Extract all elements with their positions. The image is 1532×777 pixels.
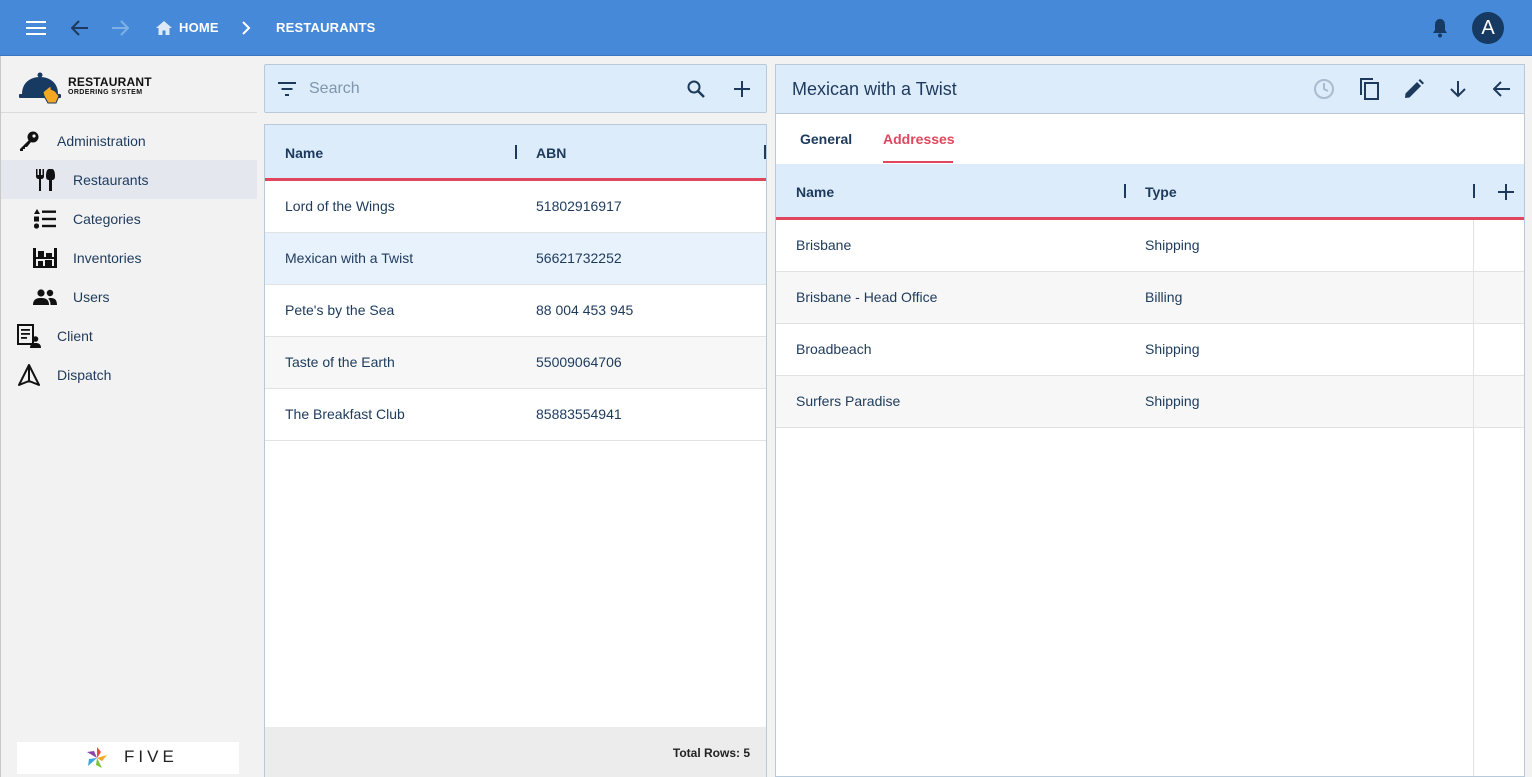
- sidebar-item-label: Client: [57, 327, 93, 344]
- copy-icon[interactable]: [1356, 75, 1384, 103]
- column-header-type[interactable]: Type: [1145, 184, 1177, 200]
- column-resize-handle[interactable]: [1124, 184, 1126, 198]
- cell-name: Broadbeach: [796, 341, 872, 357]
- sidebar-item-label: Restaurants: [73, 171, 149, 188]
- cell-type: Shipping: [1145, 393, 1200, 409]
- sidebar-item-label: Users: [73, 288, 110, 305]
- home-icon[interactable]: [150, 14, 178, 42]
- add-icon[interactable]: [728, 75, 756, 103]
- sidebar-item-dispatch[interactable]: Dispatch: [1, 355, 257, 394]
- address-row[interactable]: Brisbane Shipping: [776, 220, 1524, 272]
- address-row[interactable]: Brisbane - Head Office Billing: [776, 272, 1524, 324]
- sidebar-item-users[interactable]: Users: [1, 277, 257, 316]
- logo-subtitle: ORDERING SYSTEM: [68, 89, 143, 96]
- key-icon: [17, 129, 41, 153]
- cell-abn: 55009064706: [536, 354, 622, 370]
- table-row-selected[interactable]: Mexican with a Twist 56621732252: [265, 233, 766, 285]
- chevron-right-icon: [232, 14, 260, 42]
- client-icon: [17, 323, 41, 348]
- cell-name: Brisbane - Head Office: [796, 289, 938, 305]
- sidebar-item-label: Inventories: [73, 249, 142, 266]
- cell-name: Taste of the Earth: [285, 354, 395, 370]
- table-row[interactable]: Pete's by the Sea 88 004 453 945: [265, 285, 766, 337]
- table-footer: Total Rows: 5: [265, 727, 766, 777]
- cell-abn: 51802916917: [536, 198, 622, 214]
- sidebar-item-restaurants[interactable]: Restaurants: [1, 160, 257, 199]
- sidebar-item-label: Dispatch: [57, 366, 112, 383]
- top-app-bar: HOME RESTAURANTS A: [0, 0, 1532, 56]
- search-bar: [264, 64, 767, 113]
- column-header-name[interactable]: Name: [796, 184, 834, 200]
- arrow-down-icon[interactable]: [1444, 75, 1472, 103]
- bell-icon[interactable]: [1426, 14, 1454, 42]
- tab-addresses[interactable]: Addresses: [883, 131, 955, 147]
- search-icon[interactable]: [682, 75, 710, 103]
- logo-title: RESTAURANT: [68, 75, 152, 89]
- cell-name: Brisbane: [796, 237, 852, 253]
- edit-icon[interactable]: [1400, 75, 1428, 103]
- cloche-icon: [19, 72, 61, 104]
- column-resize-handle[interactable]: [515, 145, 517, 159]
- restaurant-list: Name ABN Lord of the Wings 51802916917 M…: [264, 124, 767, 777]
- column-resize-handle[interactable]: [1473, 184, 1475, 198]
- cell-name: Lord of the Wings: [285, 198, 395, 214]
- cutlery-icon: [33, 168, 57, 192]
- table-header: Name ABN: [265, 125, 766, 181]
- filter-icon[interactable]: [273, 75, 301, 103]
- cell-abn: 56621732252: [536, 250, 622, 266]
- cell-type: Shipping: [1145, 237, 1200, 253]
- cell-name: Pete's by the Sea: [285, 302, 395, 318]
- cell-type: Billing: [1145, 289, 1183, 305]
- dispatch-icon: [17, 363, 41, 387]
- five-logo-text: FIVE: [124, 747, 178, 766]
- sidebar: RESTAURANT ORDERING SYSTEM Administratio…: [0, 56, 257, 777]
- total-rows: Total Rows: 5: [672, 746, 750, 760]
- breadcrumb-current: RESTAURANTS: [276, 20, 376, 35]
- five-logo-icon: [87, 747, 107, 768]
- restaurant-logo: RESTAURANT ORDERING SYSTEM: [19, 70, 239, 110]
- address-row[interactable]: Surfers Paradise Shipping: [776, 376, 1524, 428]
- back-arrow-icon[interactable]: [66, 14, 94, 42]
- column-resize-handle[interactable]: [764, 145, 766, 159]
- users-icon: [33, 285, 57, 309]
- addresses-table-header: Name Type: [776, 164, 1524, 220]
- arrow-back-icon[interactable]: [1488, 75, 1516, 103]
- column-divider: [1473, 220, 1474, 776]
- history-icon[interactable]: [1310, 75, 1338, 103]
- detail-header: Mexican with a Twist: [776, 65, 1524, 114]
- sidebar-item-client[interactable]: Client: [1, 316, 257, 355]
- forward-arrow-icon[interactable]: [106, 14, 134, 42]
- active-tab-indicator: [883, 161, 953, 163]
- column-header-name[interactable]: Name: [285, 145, 323, 161]
- sidebar-item-label: Categories: [73, 210, 141, 227]
- cell-type: Shipping: [1145, 341, 1200, 357]
- sidebar-item-administration[interactable]: Administration: [1, 121, 257, 160]
- list-icon: [33, 207, 57, 231]
- cell-abn: 88 004 453 945: [536, 302, 634, 318]
- address-row[interactable]: Broadbeach Shipping: [776, 324, 1524, 376]
- avatar[interactable]: A: [1472, 12, 1504, 44]
- sidebar-item-categories[interactable]: Categories: [1, 199, 257, 238]
- cell-name: The Breakfast Club: [285, 406, 405, 422]
- detail-title: Mexican with a Twist: [792, 79, 957, 99]
- cell-name: Mexican with a Twist: [285, 250, 414, 266]
- cell-abn: 85883554941: [536, 406, 622, 422]
- table-row[interactable]: The Breakfast Club 85883554941: [265, 389, 766, 441]
- sidebar-item-inventories[interactable]: Inventories: [1, 238, 257, 277]
- tab-general[interactable]: General: [800, 131, 852, 147]
- column-header-abn[interactable]: ABN: [536, 145, 566, 161]
- inventory-icon: [33, 246, 57, 270]
- search-input[interactable]: [309, 77, 669, 101]
- cell-name: Surfers Paradise: [796, 393, 901, 409]
- five-logo: FIVE: [17, 742, 239, 774]
- add-address-icon[interactable]: [1492, 178, 1520, 206]
- menu-icon[interactable]: [22, 14, 50, 42]
- table-row[interactable]: Lord of the Wings 51802916917: [265, 181, 766, 233]
- breadcrumb-home[interactable]: HOME: [179, 20, 219, 35]
- table-row[interactable]: Taste of the Earth 55009064706: [265, 337, 766, 389]
- sidebar-item-label: Administration: [57, 132, 146, 149]
- detail-panel: Mexican with a Twist General Addresses N…: [775, 64, 1525, 777]
- sidebar-divider: [1, 112, 257, 113]
